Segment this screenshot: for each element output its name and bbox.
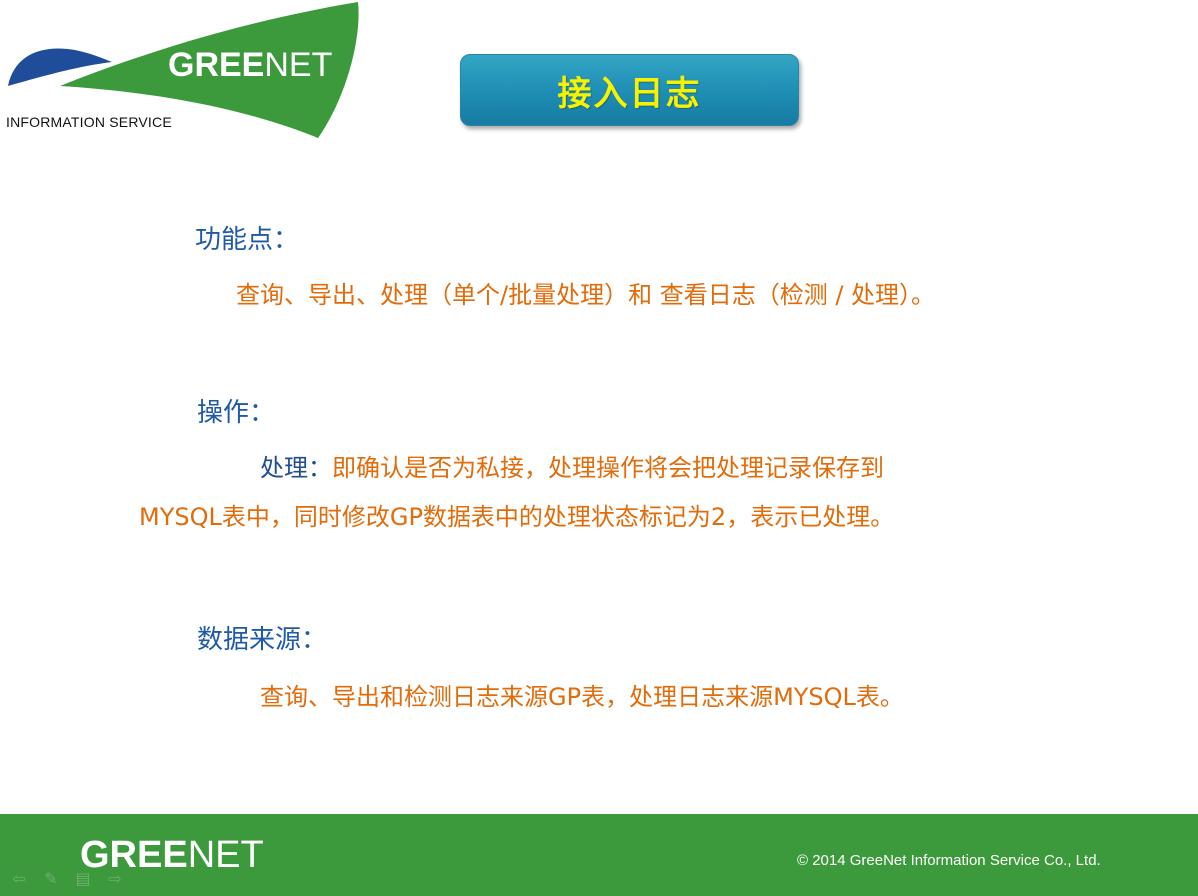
pen-icon[interactable]: ✎ [40, 870, 62, 888]
copyright-text: © 2014 GreeNet Information Service Co., … [797, 852, 1101, 869]
sources-heading: 数据来源： [197, 625, 328, 655]
operations-label: 处理： [260, 454, 332, 482]
slide-nav-controls: ⇦ ✎ ▤ ⇨ [8, 870, 126, 888]
footer-bar: GREENET © 2014 GreeNet Information Servi… [0, 814, 1198, 896]
operations-line1: 处理：即确认是否为私接，处理操作将会把处理记录保存到 [260, 454, 884, 482]
back-arrow-icon[interactable]: ⇦ [8, 870, 30, 888]
menu-icon[interactable]: ▤ [72, 870, 94, 888]
logo-wordmark: GREENET [168, 46, 333, 84]
sources-text: 查询、导出和检测日志来源GP表，处理日志来源MYSQL表。 [260, 683, 904, 711]
slide-title: 接入日志 [557, 73, 702, 114]
forward-arrow-icon[interactable]: ⇨ [104, 870, 126, 888]
logo-subtitle: INFORMATION SERVICE [6, 114, 172, 130]
slide-title-banner: 接入日志 [460, 54, 799, 126]
operations-heading: 操作： [197, 398, 276, 428]
company-logo: GREENET INFORMATION SERVICE [0, 0, 370, 145]
operations-line2: MYSQL表中，同时修改GP数据表中的处理状态标记为2，表示已处理。 [139, 503, 895, 531]
features-heading: 功能点： [195, 225, 300, 255]
features-text: 查询、导出、处理（单个/批量处理）和 查看日志（检测 / 处理）。 [236, 281, 936, 309]
